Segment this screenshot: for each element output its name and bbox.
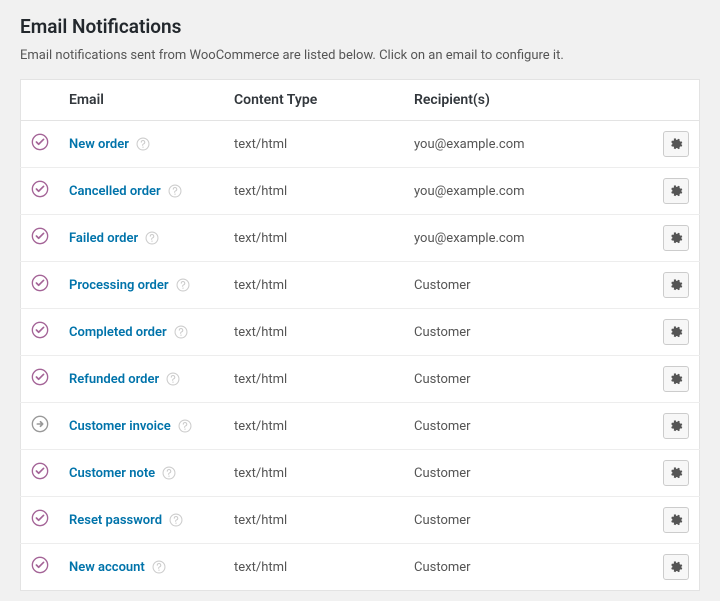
status-manual-icon [31, 415, 49, 433]
help-icon[interactable] [174, 325, 188, 339]
email-link-new-order[interactable]: New order [69, 137, 129, 152]
column-header-status [21, 80, 60, 121]
email-link-failed-order[interactable]: Failed order [69, 231, 138, 246]
recipient-value: Customer [414, 278, 471, 293]
content-type-value: text/html [234, 325, 287, 340]
page-description: Email notifications sent from WooCommerc… [20, 48, 700, 63]
configure-button-customer-invoice[interactable] [663, 413, 689, 439]
column-header-email: Email [59, 80, 224, 121]
configure-button-reset-password[interactable] [663, 507, 689, 533]
configure-button-refunded-order[interactable] [663, 366, 689, 392]
status-enabled-icon [31, 133, 49, 151]
email-link-completed-order[interactable]: Completed order [69, 325, 167, 340]
configure-button-new-account[interactable] [663, 554, 689, 580]
table-row-processing-order: Processing order text/html Customer [21, 262, 700, 309]
column-header-actions [648, 80, 700, 121]
recipient-value: Customer [414, 372, 471, 387]
content-type-value: text/html [234, 184, 287, 199]
recipient-value: Customer [414, 560, 471, 575]
email-link-new-account[interactable]: New account [69, 560, 145, 575]
recipient-value: Customer [414, 513, 471, 528]
content-type-value: text/html [234, 513, 287, 528]
email-notifications-table: Email Content Type Recipient(s) [20, 79, 700, 591]
gear-icon [669, 371, 683, 388]
gear-icon [669, 183, 683, 200]
status-enabled-icon [31, 462, 49, 480]
help-icon[interactable] [176, 278, 190, 292]
gear-icon [669, 559, 683, 576]
help-icon[interactable] [152, 560, 166, 574]
content-type-value: text/html [234, 560, 287, 575]
help-icon[interactable] [145, 231, 159, 245]
configure-button-failed-order[interactable] [663, 225, 689, 251]
status-enabled-icon [31, 227, 49, 245]
status-enabled-icon [31, 509, 49, 527]
email-link-cancelled-order[interactable]: Cancelled order [69, 184, 161, 199]
table-row-failed-order: Failed order text/html you@example.com [21, 215, 700, 262]
status-enabled-icon [31, 274, 49, 292]
recipient-value: Customer [414, 419, 471, 434]
email-link-processing-order[interactable]: Processing order [69, 278, 169, 293]
gear-icon [669, 512, 683, 529]
content-type-value: text/html [234, 419, 287, 434]
help-icon[interactable] [162, 466, 176, 480]
column-header-recipients: Recipient(s) [404, 80, 648, 121]
recipient-value: Customer [414, 325, 471, 340]
column-header-content-type: Content Type [224, 80, 404, 121]
table-row-customer-invoice: Customer invoice text/html Customer [21, 403, 700, 450]
status-enabled-icon [31, 321, 49, 339]
help-icon[interactable] [178, 419, 192, 433]
gear-icon [669, 277, 683, 294]
email-link-refunded-order[interactable]: Refunded order [69, 372, 159, 387]
table-row-reset-password: Reset password text/html Customer [21, 497, 700, 544]
email-link-customer-invoice[interactable]: Customer invoice [69, 419, 171, 434]
recipient-value: Customer [414, 466, 471, 481]
table-row-new-order: New order text/html you@example.com [21, 121, 700, 168]
content-type-value: text/html [234, 466, 287, 481]
status-enabled-icon [31, 180, 49, 198]
table-row-customer-note: Customer note text/html Customer [21, 450, 700, 497]
configure-button-completed-order[interactable] [663, 319, 689, 345]
content-type-value: text/html [234, 231, 287, 246]
recipient-value: you@example.com [414, 184, 525, 199]
email-link-reset-password[interactable]: Reset password [69, 513, 162, 528]
help-icon[interactable] [168, 184, 182, 198]
content-type-value: text/html [234, 278, 287, 293]
configure-button-customer-note[interactable] [663, 460, 689, 486]
status-enabled-icon [31, 556, 49, 574]
status-enabled-icon [31, 368, 49, 386]
recipient-value: you@example.com [414, 231, 525, 246]
configure-button-processing-order[interactable] [663, 272, 689, 298]
table-row-new-account: New account text/html Customer [21, 544, 700, 591]
gear-icon [669, 230, 683, 247]
email-link-customer-note[interactable]: Customer note [69, 466, 155, 481]
gear-icon [669, 136, 683, 153]
help-icon[interactable] [166, 372, 180, 386]
help-icon[interactable] [169, 513, 183, 527]
gear-icon [669, 324, 683, 341]
configure-button-cancelled-order[interactable] [663, 178, 689, 204]
content-type-value: text/html [234, 372, 287, 387]
content-type-value: text/html [234, 137, 287, 152]
recipient-value: you@example.com [414, 137, 525, 152]
table-row-cancelled-order: Cancelled order text/html you@example.co… [21, 168, 700, 215]
gear-icon [669, 418, 683, 435]
table-row-refunded-order: Refunded order text/html Customer [21, 356, 700, 403]
help-icon[interactable] [136, 137, 150, 151]
page-title: Email Notifications [20, 15, 700, 38]
table-row-completed-order: Completed order text/html Customer [21, 309, 700, 356]
gear-icon [669, 465, 683, 482]
configure-button-new-order[interactable] [663, 131, 689, 157]
